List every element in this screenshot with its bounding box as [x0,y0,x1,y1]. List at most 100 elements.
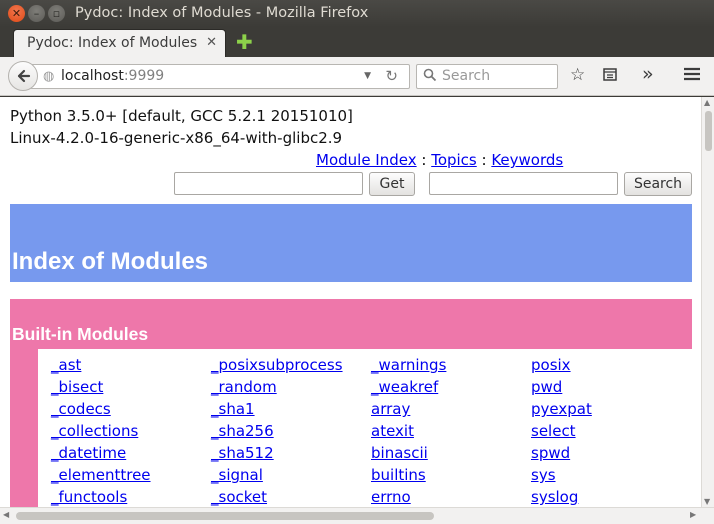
module-link[interactable]: _weakref [371,378,438,396]
bookmark-star-icon[interactable]: ☆ [570,65,585,85]
tab-close-icon[interactable]: ✕ [206,35,217,50]
module-link[interactable]: _sha1 [211,400,255,418]
python-version: Python 3.5.0+ [default, GCC 5.2.1 201510… [10,107,353,125]
module-link[interactable]: sys [531,466,556,484]
url-bar[interactable]: ◍ localhost:9999 ▼ ↻ [30,64,410,89]
search-icon [423,68,437,86]
module-link[interactable]: _socket [211,488,267,506]
page-title: Index of Modules [12,248,209,275]
url-text[interactable]: localhost:9999 [61,68,164,84]
get-button[interactable]: Get [369,172,415,196]
module-cell: array [371,399,531,421]
window-maximize-button[interactable]: ▫ [48,5,65,22]
module-index-link[interactable]: Module Index [316,151,417,169]
module-cell: posix [531,355,691,377]
search-keyword-input[interactable] [429,172,618,195]
hamburger-menu-icon[interactable] [683,66,701,87]
module-cell: _collections [51,421,211,443]
module-list: _ast _posixsubprocess _warnings posix _bisec… [51,355,691,507]
link-separator: : [416,151,432,169]
module-cell: _sha512 [211,443,371,465]
module-cell: pwd [531,377,691,399]
module-link[interactable]: builtins [371,466,426,484]
module-cell: pyexpat [531,399,691,421]
horizontal-scrollbar[interactable]: ◀ ▶ [0,507,714,524]
module-link[interactable]: _elementtree [51,466,151,484]
scroll-left-icon[interactable]: ◀ [3,510,9,519]
module-cell: _codecs [51,399,211,421]
scroll-right-icon[interactable]: ▶ [690,510,696,519]
page-viewport: Python 3.5.0+ [default, GCC 5.2.1 201510… [0,97,701,507]
module-link[interactable]: _random [211,378,277,396]
module-link[interactable]: atexit [371,422,414,440]
module-link[interactable]: array [371,400,410,418]
module-cell: select [531,421,691,443]
module-cell: _datetime [51,443,211,465]
index-header: Index of Modules [10,204,692,282]
module-link[interactable]: select [531,422,576,440]
module-link[interactable]: errno [371,488,411,506]
module-link[interactable]: _signal [211,466,263,484]
module-link[interactable]: _sha256 [211,422,274,440]
dropdown-icon[interactable]: ▼ [364,71,371,81]
module-cell: _warnings [371,355,531,377]
module-link[interactable]: _ast [51,356,81,374]
section-stripe [10,349,38,507]
window-close-button[interactable]: ✕ [8,5,25,22]
window-titlebar: ✕ – ▫ Pydoc: Index of Modules - Mozilla … [0,0,714,27]
module-link[interactable]: binascii [371,444,428,462]
module-link[interactable]: _functools [51,488,127,506]
reading-list-icon[interactable] [602,66,618,87]
module-link[interactable]: _warnings [371,356,446,374]
platform-info: Linux-4.2.0-16-generic-x86_64-with-glibc… [10,129,343,147]
topics-link[interactable]: Topics [431,151,477,169]
module-link[interactable]: _posixsubprocess [211,356,343,374]
url-port: :9999 [123,68,165,84]
scroll-up-icon[interactable]: ▲ [704,98,710,107]
vertical-scrollbar[interactable]: ▲ ▼ [701,97,714,507]
module-link[interactable]: _codecs [51,400,111,418]
window-minimize-button[interactable]: – [28,5,45,22]
module-link[interactable]: pwd [531,378,562,396]
overflow-chevron-icon[interactable]: » [642,63,654,85]
module-cell: _sha1 [211,399,371,421]
keywords-link[interactable]: Keywords [491,151,563,169]
module-link[interactable]: spwd [531,444,570,462]
module-cell: sys [531,465,691,487]
back-arrow-icon[interactable] [8,61,38,91]
top-links: Module Index : Topics : Keywords [316,151,563,169]
module-link[interactable]: _sha512 [211,444,274,462]
search-button[interactable]: Search [624,172,692,196]
module-cell: _socket [211,487,371,507]
search-bar[interactable]: Search [416,64,558,89]
tab-label: Pydoc: Index of Modules [27,35,198,51]
module-link[interactable]: _bisect [51,378,103,396]
builtin-section-header: Built-in Modules [10,299,692,349]
link-separator: : [476,151,492,169]
module-cell: _weakref [371,377,531,399]
module-link[interactable]: _datetime [51,444,126,462]
reload-icon[interactable]: ↻ [385,67,398,85]
module-cell: _functools [51,487,211,507]
module-cell: _random [211,377,371,399]
tab-strip: Pydoc: Index of Modules ✕ ✚ [0,27,714,58]
url-host: localhost [61,68,124,84]
navigation-toolbar: ◍ localhost:9999 ▼ ↻ Search ☆ » [0,57,714,96]
module-cell: _sha256 [211,421,371,443]
module-link[interactable]: syslog [531,488,578,506]
search-placeholder: Search [442,68,491,84]
module-link[interactable]: posix [531,356,571,374]
module-cell: spwd [531,443,691,465]
horizontal-scroll-thumb[interactable] [16,512,434,520]
scroll-down-icon[interactable]: ▼ [704,497,710,506]
module-cell: builtins [371,465,531,487]
module-link[interactable]: _collections [51,422,138,440]
tab-pydoc[interactable]: Pydoc: Index of Modules ✕ [13,29,226,58]
get-module-input[interactable] [174,172,363,195]
module-cell: errno [371,487,531,507]
new-tab-icon[interactable]: ✚ [236,32,253,52]
module-cell: atexit [371,421,531,443]
module-cell: _posixsubprocess [211,355,371,377]
module-link[interactable]: pyexpat [531,400,592,418]
vertical-scroll-thumb[interactable] [705,111,712,151]
